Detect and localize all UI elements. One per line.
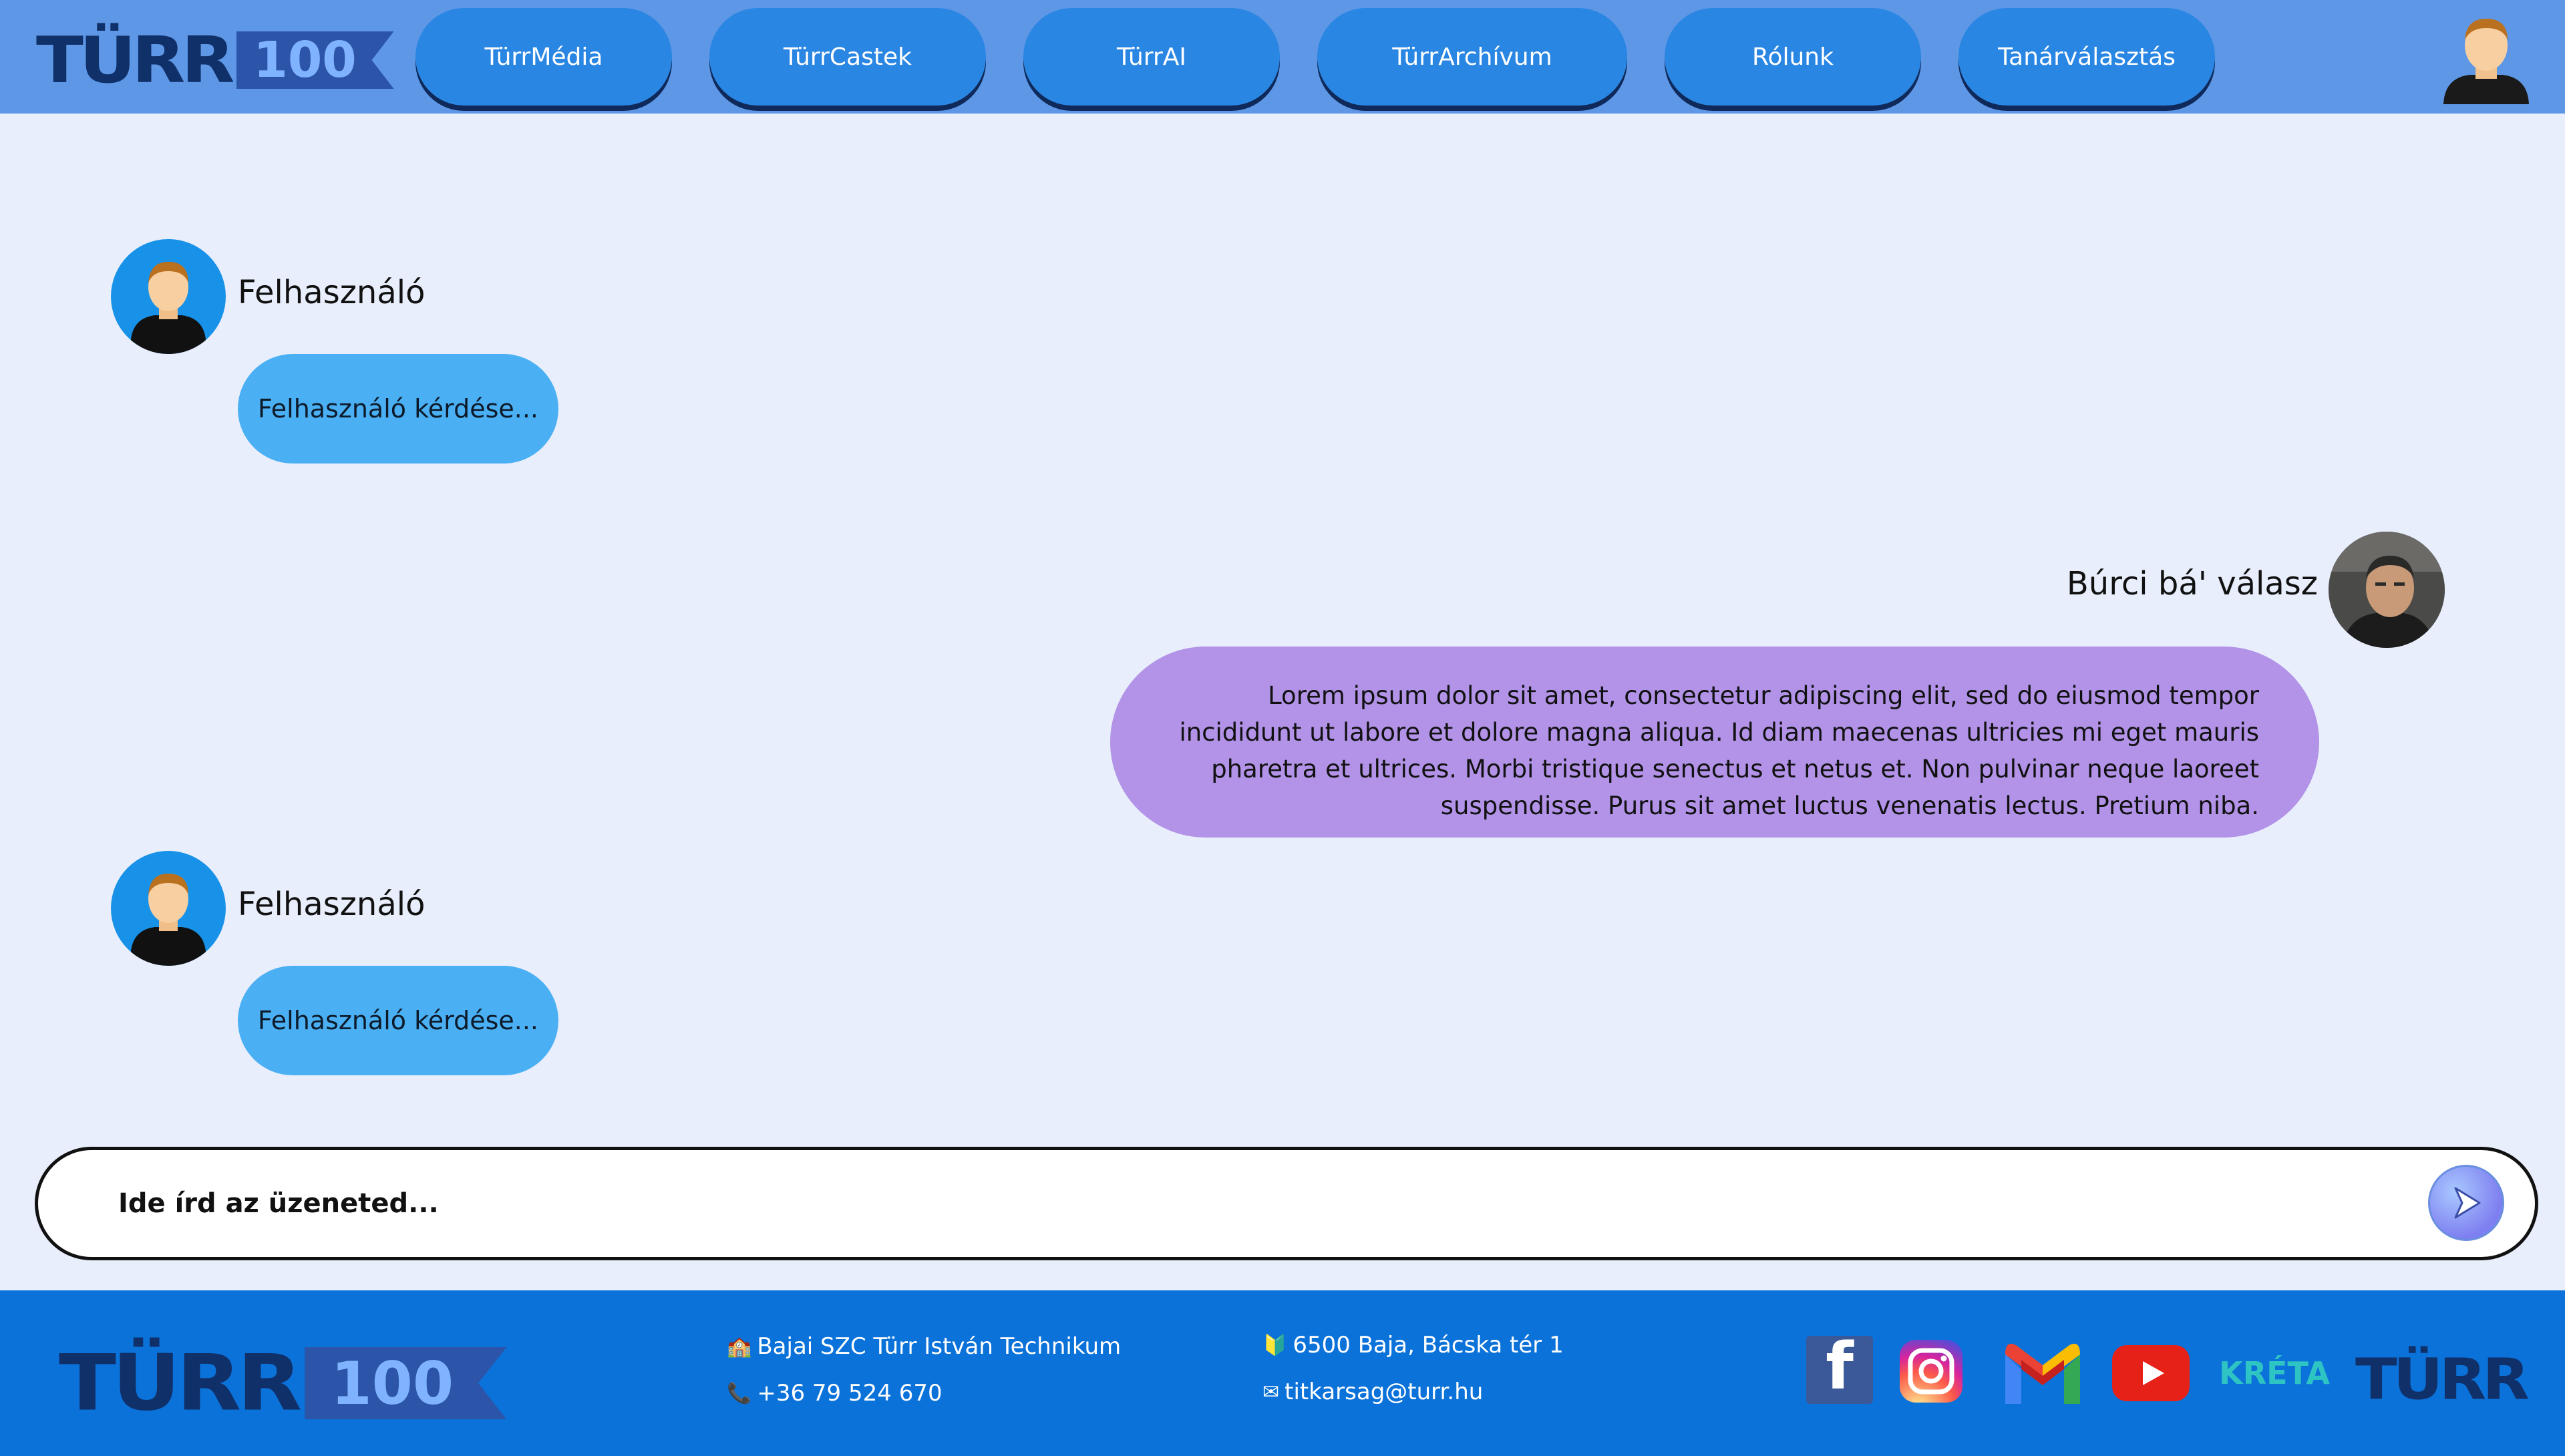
bot-avatar-icon [2329,532,2445,648]
user-avatar-icon[interactable] [2438,11,2534,104]
nav-turrai[interactable]: TürrAI [1023,8,1280,106]
instagram-icon[interactable] [1900,1340,1962,1403]
address-text: 6500 Baja, Bácska tér 1 [1293,1332,1564,1358]
logo-wordmark: TÜRR [2355,1346,2530,1413]
youtube-icon[interactable] [2112,1345,2190,1401]
logo-wordmark: TÜRR [59,1337,302,1429]
email-link[interactable]: ✉ titkarsag@turr.hu [1262,1379,1483,1405]
top-header: TÜRR 100 TürrMédia TürrCastek TürrAI Tür… [0,0,2565,114]
message-input-bar [35,1147,2538,1260]
message-sender: Búrci bá' válasz [2066,565,2318,602]
nav-turrcastek[interactable]: TürrCastek [709,8,986,106]
phone-number[interactable]: 📞 +36 79 524 670 [727,1380,943,1407]
kreta-icon[interactable]: KRÉTA [2219,1346,2330,1400]
address: 🔰 6500 Baja, Bácska tér 1 [1262,1332,1564,1358]
logo-badge: 100 [305,1347,507,1419]
send-arrow-icon [2454,1187,2481,1219]
user-message-bubble: Felhasználó kérdése... [238,966,558,1075]
logo-wordmark: TÜRR [36,22,235,98]
gmail-icon[interactable] [2001,1340,2084,1409]
user-message-bubble: Felhasználó kérdése... [238,354,558,464]
message-sender: Felhasználó [238,886,425,923]
header-logo[interactable]: TÜRR 100 [36,25,394,95]
send-button[interactable] [2428,1165,2504,1241]
nav-rolunk[interactable]: Rólunk [1665,8,1921,106]
school-building-icon: 🏫 [727,1334,752,1358]
nav-tanarvalasztas[interactable]: Tanárválasztás [1958,8,2215,106]
phone-text: +36 79 524 670 [757,1380,943,1407]
school-name-text: Bajai SZC Türr István Technikum [757,1333,1122,1360]
envelope-icon: ✉ [1262,1380,1280,1404]
message-input[interactable] [118,1184,2376,1224]
message-sender: Felhasználó [238,274,425,311]
phone-icon: 📞 [727,1381,752,1405]
footer-logo[interactable]: TÜRR 100 [59,1337,507,1429]
school-name: 🏫 Bajai SZC Türr István Technikum [727,1333,1121,1360]
nav-turrmedia[interactable]: TürrMédia [415,8,672,106]
turr-logo-icon[interactable]: TÜRR [2355,1346,2530,1413]
location-pin-icon: 🔰 [1262,1333,1288,1357]
email-text: titkarsag@turr.hu [1285,1379,1484,1405]
nav-turrarchivum[interactable]: TürrArchívum [1317,8,1627,106]
user-avatar-icon [111,851,226,966]
facebook-icon[interactable]: f [1806,1329,1873,1404]
logo-badge: 100 [236,31,394,89]
bot-message-bubble: Lorem ipsum dolor sit amet, consectetur … [1110,647,2319,838]
user-avatar-icon [111,239,226,354]
